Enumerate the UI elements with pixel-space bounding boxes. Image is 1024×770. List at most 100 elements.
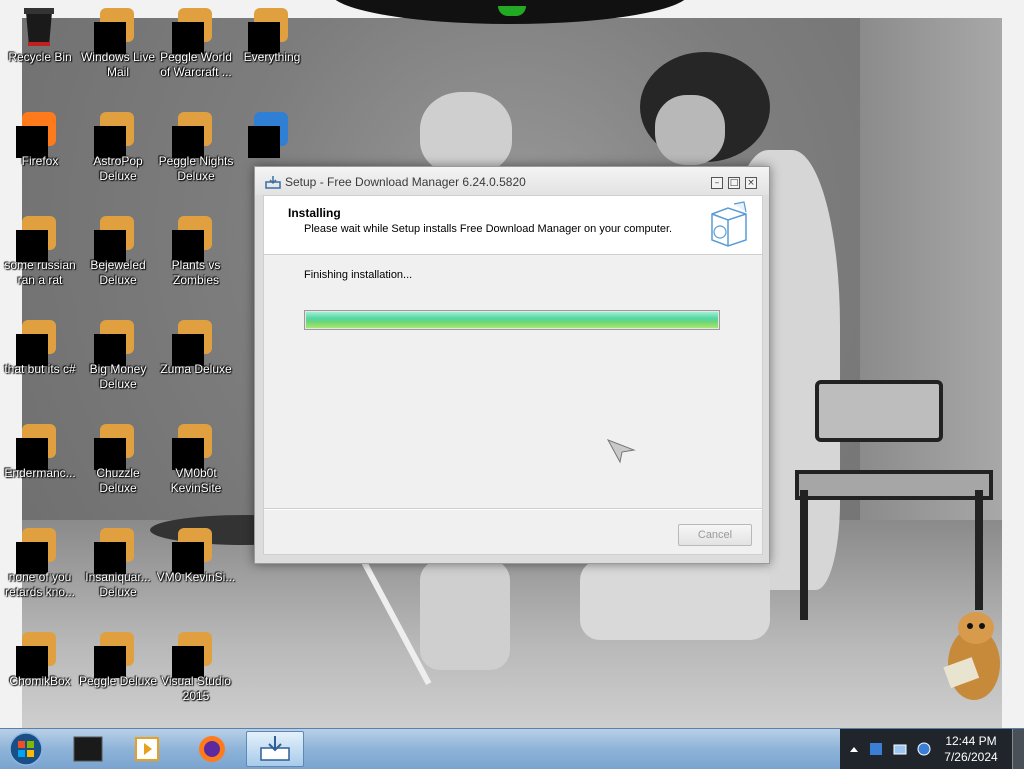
plants-vs-zombies-icon — [172, 216, 212, 262]
window-title: Setup - Free Download Manager 6.24.0.582… — [285, 175, 526, 189]
desktop-icon[interactable]: Windows Live Mail — [78, 4, 158, 104]
search-everything-icon — [248, 8, 288, 54]
desktop-icon[interactable]: Visual Studio 2015 — [156, 628, 236, 728]
peggle-icon — [94, 632, 134, 678]
progress-fill — [306, 312, 718, 328]
desktop-icon-label: VM0b0t KevinSite — [170, 466, 222, 495]
close-button[interactable]: × — [745, 177, 757, 189]
desktop-icon[interactable]: Peggle Nights Deluxe — [156, 108, 236, 208]
desktop-icon-label: Big Money Deluxe — [89, 362, 147, 391]
show-desktop-button[interactable] — [1012, 729, 1024, 769]
wallpaper-chair — [815, 380, 943, 442]
wizard-page: Installing Please wait while Setup insta… — [263, 195, 763, 555]
footer-divider — [264, 508, 762, 510]
big-money-icon — [94, 320, 134, 366]
firefox-icon — [16, 112, 56, 158]
globe-icon — [248, 112, 288, 158]
start-button-icon[interactable] — [6, 731, 46, 767]
visual-studio-icon — [172, 632, 212, 678]
peggle-nights-icon — [172, 112, 212, 158]
bejeweled-icon — [94, 216, 134, 262]
wallpaper-chair — [800, 490, 808, 620]
chomikbox-icon — [16, 632, 56, 678]
desktop-icon-label: Insaniquar... Deluxe — [85, 570, 151, 599]
network-icon[interactable] — [892, 741, 908, 757]
window-titlebar[interactable]: Setup - Free Download Manager 6.24.0.582… — [255, 167, 769, 195]
setup-window[interactable]: Setup - Free Download Manager 6.24.0.582… — [254, 166, 770, 564]
maximize-button[interactable]: □ — [728, 177, 740, 189]
taskbar-setup[interactable] — [246, 731, 304, 767]
desktop-icon-label: Firefox — [21, 154, 59, 168]
desktop-icon[interactable]: ChomikBox — [0, 628, 80, 728]
taskbar-firefox[interactable] — [190, 731, 234, 767]
astropop-icon — [94, 112, 134, 158]
app-icon — [16, 528, 56, 574]
desktop-icon[interactable]: Endermanc... — [0, 420, 80, 520]
wallpaper-figure — [420, 92, 512, 174]
desktop-icon[interactable]: that but its c# — [0, 316, 80, 416]
hamster-gadget-icon — [943, 612, 1000, 700]
fdm-box-icon — [711, 201, 747, 247]
zuma-icon — [172, 320, 212, 366]
desktop-icon-label: AstroPop Deluxe — [93, 154, 143, 183]
wallpaper-chair — [795, 470, 993, 500]
desktop-icon[interactable]: Plants vs Zombies — [156, 212, 236, 312]
desktop-icon-label: Peggle Nights Deluxe — [158, 154, 234, 183]
desktop-icon[interactable]: Firefox — [0, 108, 80, 208]
desktop-icon[interactable]: Everything — [232, 4, 312, 104]
wallpaper-figure — [655, 95, 725, 165]
wallpaper-chair — [975, 490, 983, 610]
desktop-icon[interactable]: Zuma Deluxe — [156, 316, 236, 416]
mouse-cursor-icon — [606, 439, 636, 464]
taskbar-terminal[interactable] — [66, 731, 110, 767]
app-icon — [16, 424, 56, 470]
file-icon — [16, 320, 56, 366]
wizard-header: Installing Please wait while Setup insta… — [264, 196, 762, 255]
wizard-subheading: Please wait while Setup installs Free Do… — [304, 223, 673, 235]
cancel-button[interactable]: Cancel — [678, 524, 752, 546]
desktop-icon[interactable]: VM0 KevinSi... — [156, 524, 236, 624]
vm-icon — [172, 528, 212, 574]
desktop-icon-label: Peggle World of Warcraft ... — [160, 50, 232, 79]
desktop-icon[interactable]: Chuzzle Deluxe — [78, 420, 158, 520]
desktop-icon[interactable]: Recycle Bin — [0, 4, 80, 104]
vm-icon — [172, 424, 212, 470]
desktop-icon-label: Bejeweled Deluxe — [90, 258, 146, 287]
desktop-icon-label: Visual Studio 2015 — [161, 674, 231, 703]
desktop-icon[interactable]: Big Money Deluxe — [78, 316, 158, 416]
desktop-icon[interactable]: some russian ran a rat — [0, 212, 80, 312]
installer-icon — [260, 736, 290, 761]
wallpaper-figure — [420, 560, 510, 670]
desktop-icon[interactable]: Peggle World of Warcraft ... — [156, 4, 236, 104]
desktop-icon[interactable]: none of you retards kno... — [0, 524, 80, 624]
system-tray: 12:44 PM 7/26/2024 — [840, 729, 1024, 769]
mail-icon — [94, 8, 134, 54]
desktop-icon-label: Everything — [243, 50, 301, 64]
clock-time[interactable]: 12:44 PM — [940, 734, 1002, 748]
desktop-icon[interactable]: Bejeweled Deluxe — [78, 212, 158, 312]
recycle-bin-icon — [22, 8, 56, 46]
desktop-icon[interactable]: VM0b0t KevinSite — [156, 420, 236, 520]
volume-icon[interactable] — [916, 741, 932, 757]
tray-expand-icon[interactable] — [846, 741, 862, 757]
desktop-icon-label: some russian ran a rat — [4, 258, 76, 287]
chuzzle-icon — [94, 424, 134, 470]
desktop-icon-label: Chuzzle Deluxe — [96, 466, 140, 495]
clock-date[interactable]: 7/26/2024 — [940, 750, 1002, 764]
peggle-wow-icon — [172, 8, 212, 54]
taskbar: 12:44 PM 7/26/2024 — [0, 728, 1024, 769]
installer-icon — [265, 176, 281, 189]
status-text: Finishing installation... — [304, 269, 413, 281]
wallpaper-figure — [580, 560, 770, 640]
firefox-icon — [199, 736, 225, 762]
desktop-icon[interactable]: Insaniquar... Deluxe — [78, 524, 158, 624]
document-icon — [16, 216, 56, 262]
taskbar-media-player[interactable] — [126, 731, 170, 767]
tray-app-icon[interactable] — [868, 741, 884, 757]
desktop-icon-label: none of you retards kno... — [4, 570, 76, 599]
desktop-icon[interactable]: Peggle Deluxe — [78, 628, 158, 728]
minimize-button[interactable]: – — [711, 177, 723, 189]
redaction-block — [248, 126, 280, 158]
desktop-icon[interactable]: AstroPop Deluxe — [78, 108, 158, 208]
desktop-icon-label: that but its c# — [4, 362, 76, 376]
